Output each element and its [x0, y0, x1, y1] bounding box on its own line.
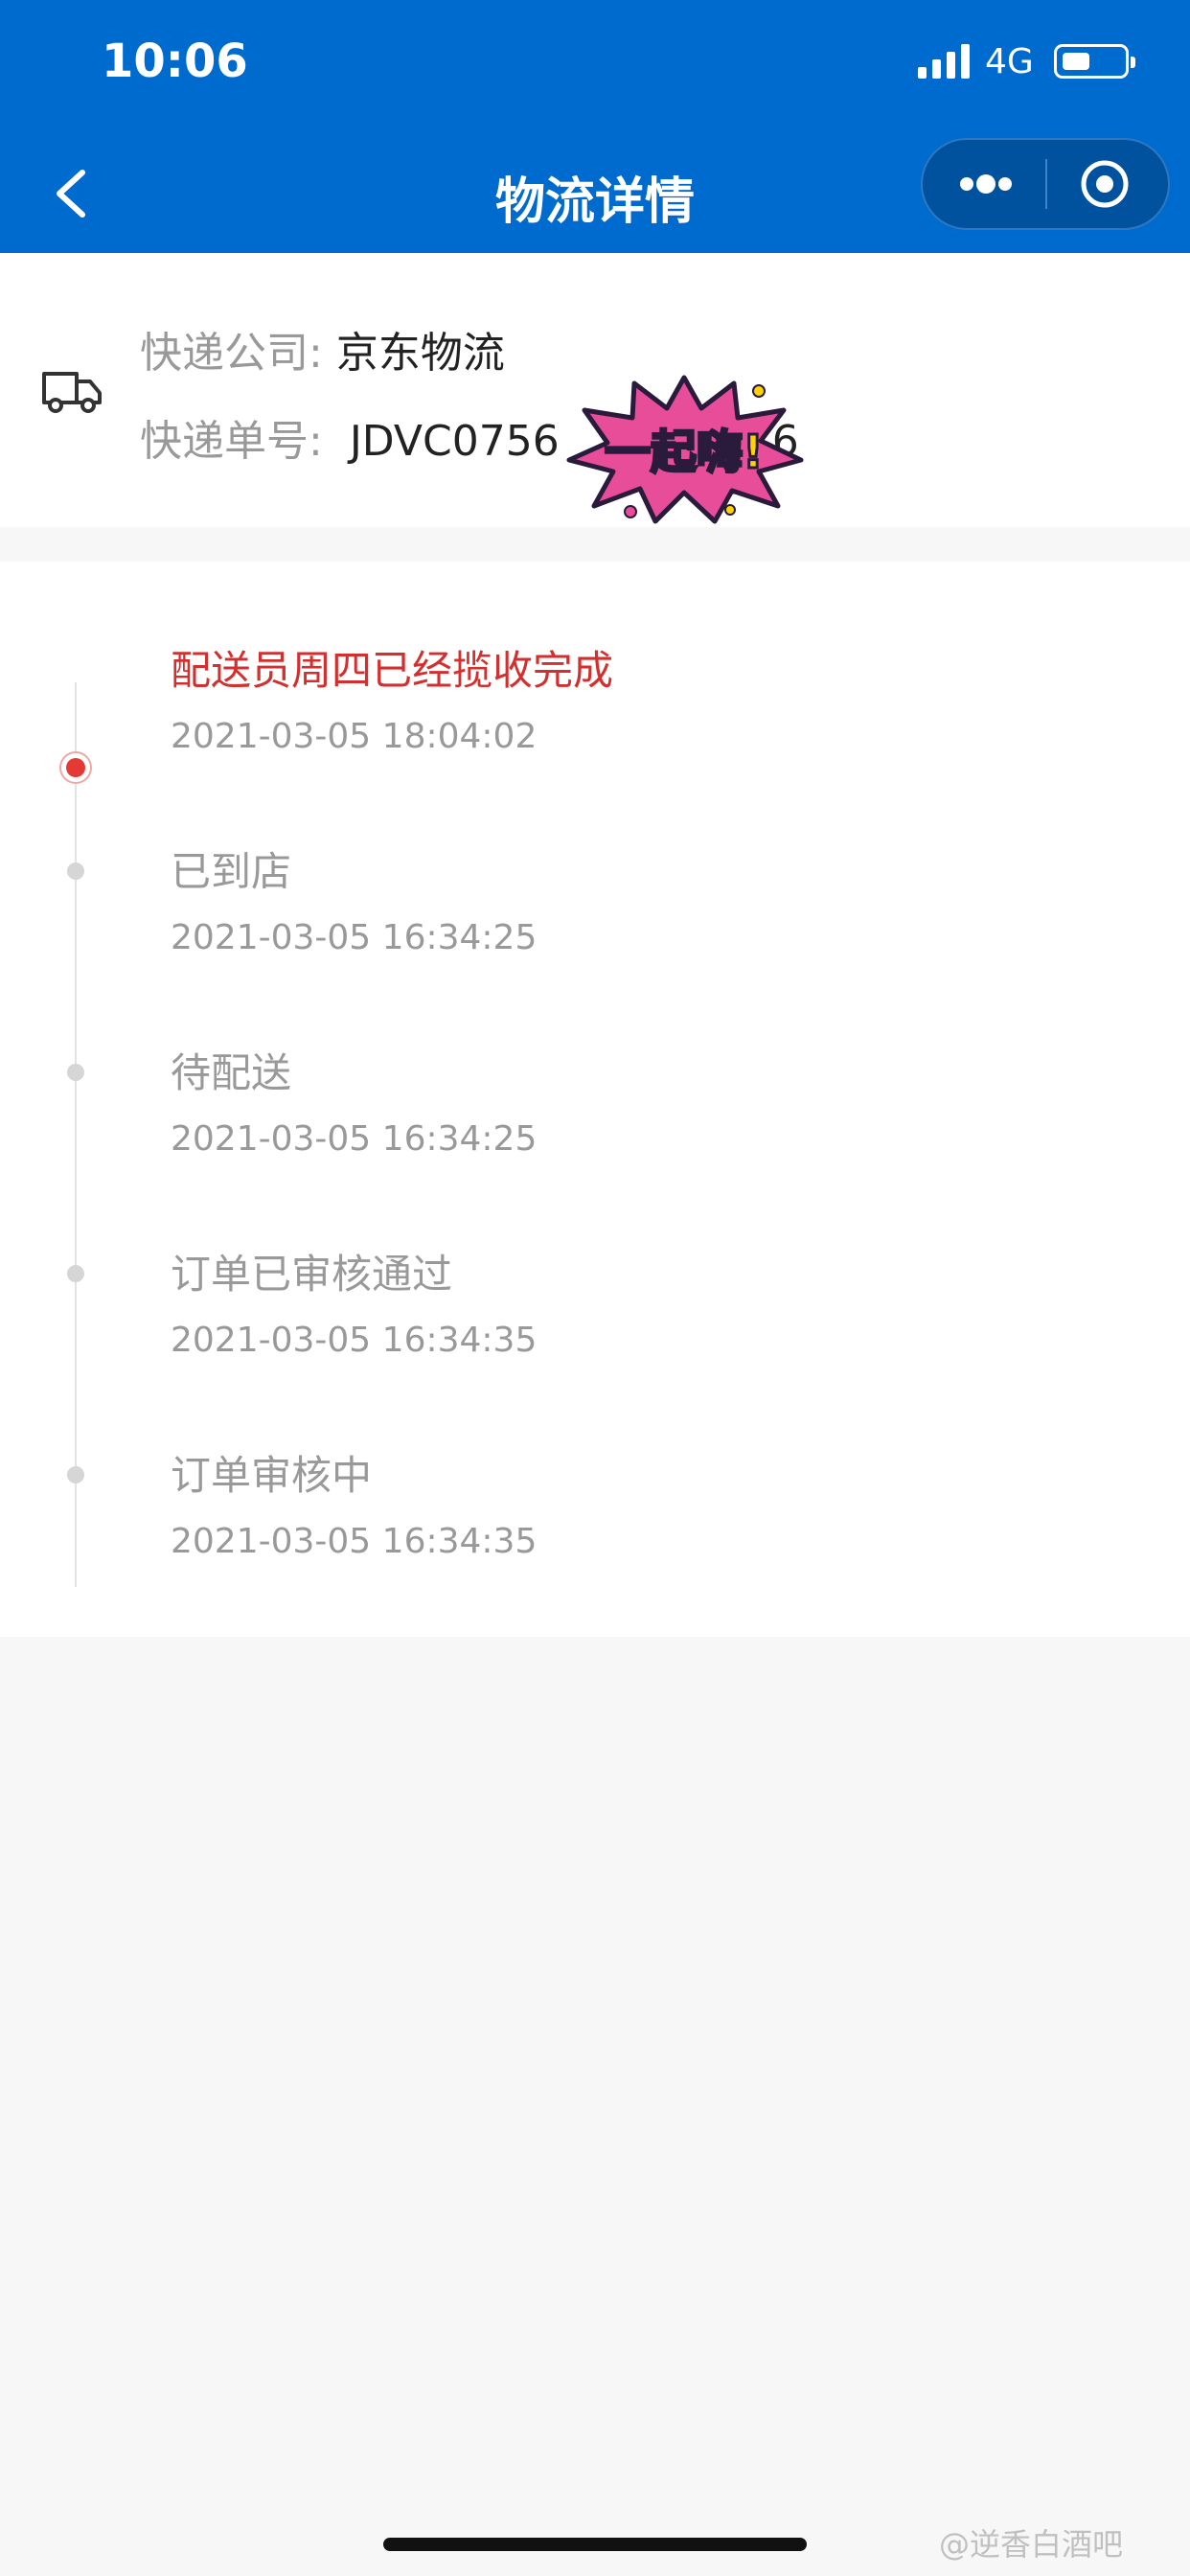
event-title: 待配送 [171, 1049, 292, 1096]
status-bar: 10:06 4G [0, 0, 1190, 134]
timeline-event: 订单已审核通过 2021-03-05 16:34:35 [0, 1242, 1190, 1434]
event-time: 2021-03-05 16:34:25 [171, 1119, 538, 1159]
timeline-event: 订单审核中 2021-03-05 16:34:35 [0, 1443, 1190, 1635]
timeline-dot [67, 1466, 84, 1484]
watermark: @逆香白酒吧 [939, 2526, 1124, 2563]
nav-bar: 物流详情 [0, 134, 1190, 253]
tracking-number-label: 快递单号: [140, 417, 323, 466]
mini-program-capsule [921, 138, 1170, 230]
sticker-text: 一起嗨! [605, 426, 764, 479]
network-label: 4G [985, 42, 1034, 81]
event-time: 2021-03-05 16:34:35 [171, 1321, 538, 1360]
timeline-dot [67, 1265, 84, 1282]
back-arrow-icon[interactable] [44, 163, 98, 224]
signal-icon [918, 44, 970, 79]
shipment-card: 快递公司: 京东物流 快递单号: JDVC0756 6 一起嗨! [0, 253, 1190, 527]
timeline-event: 待配送 2021-03-05 16:34:25 [0, 1041, 1190, 1232]
tracking-number-value: JDVC0756 [349, 417, 560, 466]
company-value: 京东物流 [335, 329, 505, 378]
event-time: 2021-03-05 18:04:02 [171, 717, 538, 756]
event-title: 订单已审核通过 [171, 1251, 453, 1298]
event-title: 已到店 [171, 848, 292, 895]
home-indicator[interactable] [383, 2538, 807, 2551]
truck-icon [42, 372, 102, 413]
timeline-event: 已到店 2021-03-05 16:34:25 [0, 840, 1190, 1031]
more-dots-icon[interactable] [923, 140, 1045, 228]
event-title: 订单审核中 [171, 1452, 373, 1499]
tracking-timeline: 配送员周四已经揽收完成 2021-03-05 18:04:02 已到店 2021… [0, 562, 1190, 1637]
target-icon[interactable] [1047, 140, 1168, 228]
event-time: 2021-03-05 16:34:35 [171, 1522, 538, 1561]
timeline-dot-active [59, 751, 92, 784]
event-time: 2021-03-05 16:34:25 [171, 918, 538, 957]
timeline-dot [67, 1064, 84, 1081]
event-title: 配送员周四已经揽收完成 [171, 647, 614, 694]
timeline-event: 配送员周四已经揽收完成 2021-03-05 18:04:02 [0, 638, 1190, 830]
sticker-image: 一起嗨! [566, 375, 804, 524]
timeline-dot [67, 862, 84, 880]
status-time: 10:06 [102, 34, 248, 88]
company-row: 快递公司: 京东物流 [140, 318, 505, 380]
battery-icon [1054, 44, 1135, 79]
company-label: 快递公司: [140, 329, 323, 378]
